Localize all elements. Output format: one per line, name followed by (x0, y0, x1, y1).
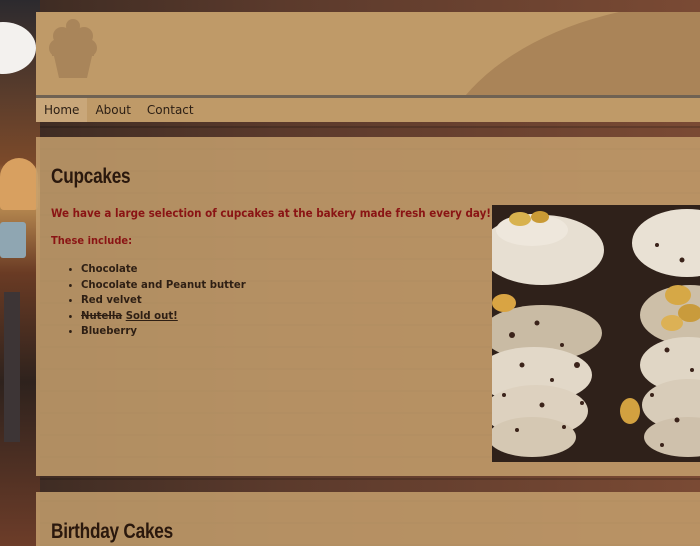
list-item: Blueberry (81, 323, 246, 339)
main-nav: Home About Contact (36, 98, 700, 122)
list-item: Chocolate and Peanut butter (81, 277, 246, 293)
nav-contact[interactable]: Contact (139, 98, 202, 122)
list-item: Chocolate (81, 261, 246, 277)
list-item: Nutella Sold out! (81, 308, 246, 324)
nav-about[interactable]: About (87, 98, 138, 122)
background-plate (0, 22, 36, 74)
background-lamp (0, 158, 38, 210)
flavor-choc-peanut: Chocolate and Peanut butter (81, 277, 246, 291)
nav-home[interactable]: Home (36, 98, 88, 122)
list-item: Red velvet (81, 292, 246, 308)
background-jar (0, 222, 26, 258)
sold-out-link[interactable]: Sold out! (126, 309, 178, 322)
flavor-list: Chocolate Chocolate and Peanut butter Re… (63, 261, 260, 339)
flavor-nutella: Nutella (81, 308, 123, 322)
cupcake-logo-icon[interactable] (46, 14, 100, 80)
flavor-red-velvet: Red velvet (81, 293, 142, 306)
site-header (36, 12, 700, 95)
flavor-chocolate: Chocolate (81, 262, 138, 275)
background-stand (4, 292, 20, 442)
header-swoosh (431, 12, 700, 95)
flavor-blueberry: Blueberry (81, 324, 137, 337)
cupcakes-heading: Cupcakes (51, 165, 131, 188)
birthday-heading: Birthday Cakes (51, 520, 173, 543)
cupcakes-section: Cupcakes We have a large selection of cu… (36, 137, 700, 476)
background-photo (0, 0, 40, 546)
cupcakes-photo (492, 205, 700, 462)
cupcakes-intro: We have a large selection of cupcakes at… (51, 206, 492, 220)
birthday-section: Birthday Cakes (36, 492, 700, 546)
includes-label: These include: (51, 234, 133, 247)
